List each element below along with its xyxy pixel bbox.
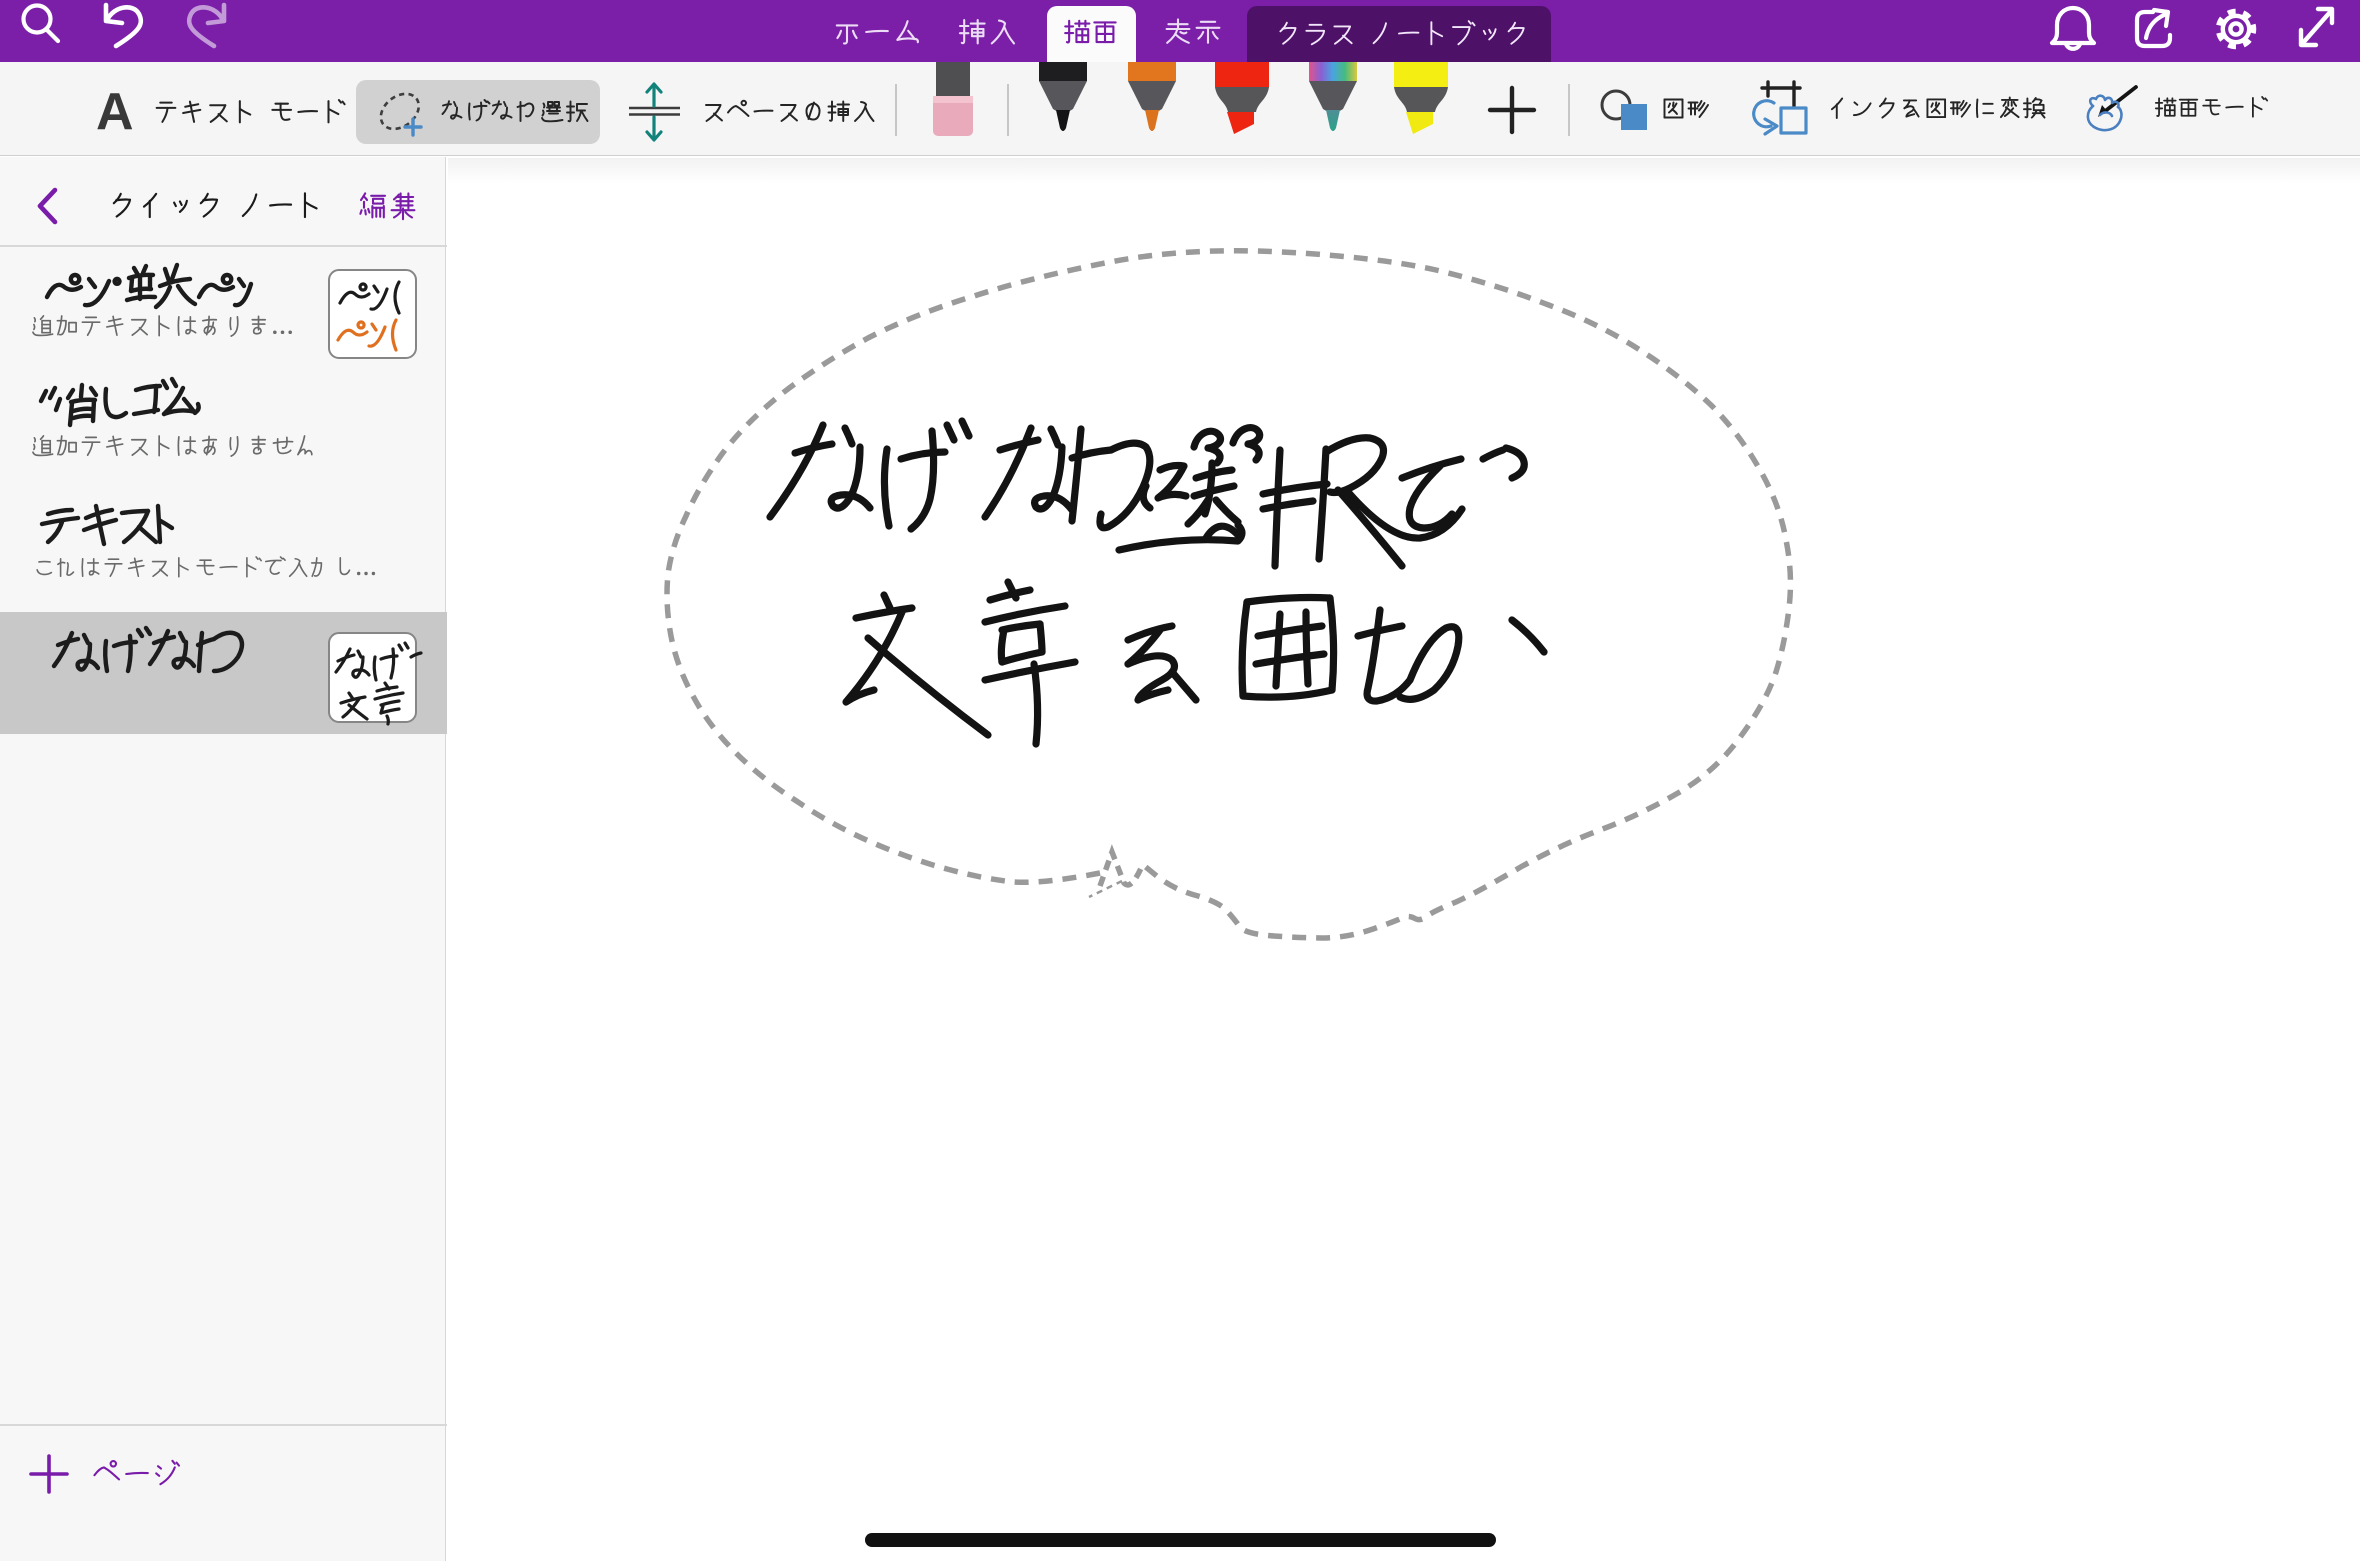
svg-text:A: A (96, 83, 134, 141)
